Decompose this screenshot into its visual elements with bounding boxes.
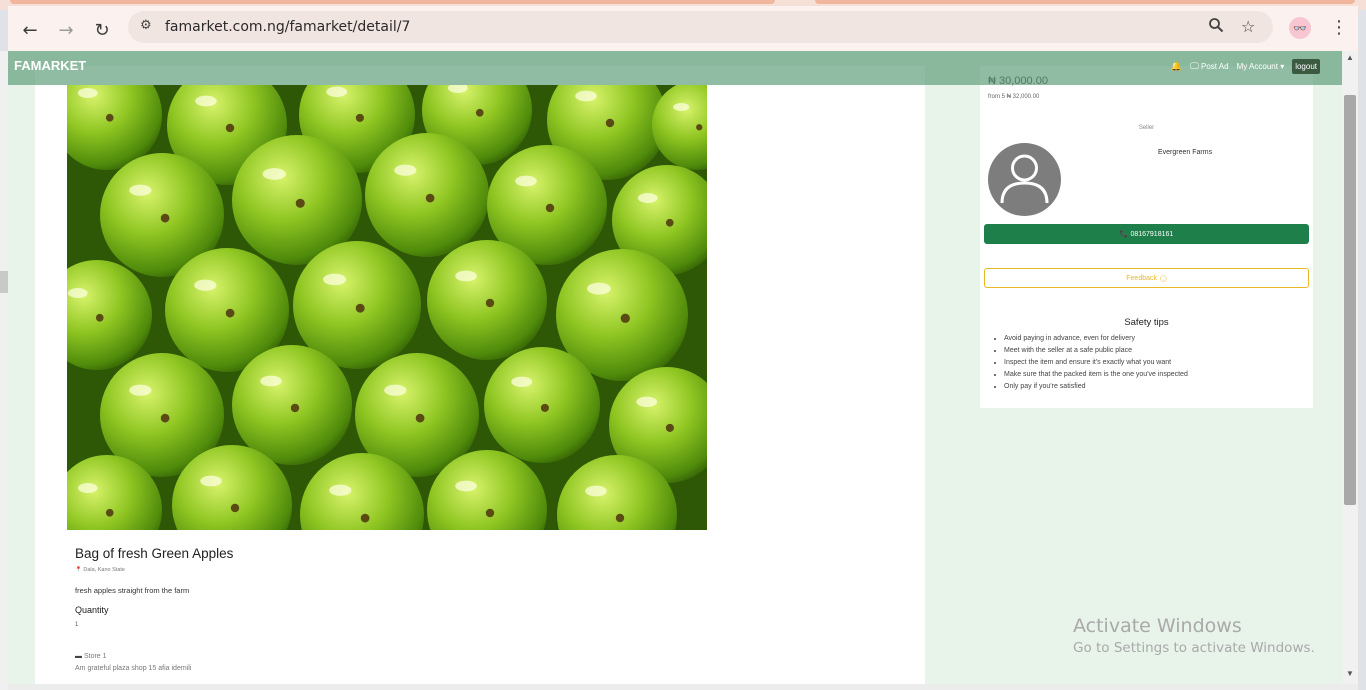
store-address: Am grateful plaza shop 15 afia idemili [75,665,192,672]
feedback-button[interactable]: Feedback ◯ [984,268,1309,288]
caret-down-icon: ▾ [1280,62,1285,71]
quantity-label: Quantity [75,605,109,615]
browser-toolbar: ← → ↻ ⚙ famarket.com.ng/famarket/detail/… [8,6,1358,51]
scroll-down-icon[interactable]: ▼ [1342,669,1358,678]
vertical-scrollbar[interactable]: ▲ ▼ [1342,51,1358,684]
list-item: Make sure that the packed item is the on… [1004,369,1188,381]
scroll-thumb[interactable] [1344,95,1356,505]
list-item: Inspect the item and ensure it's exactly… [1004,357,1188,369]
activate-windows-title: Activate Windows [1073,615,1242,637]
product-card: Bag of fresh Green Apples 📍 Dala, Kano S… [35,66,925,684]
list-item: Only pay if you're satisfied [1004,381,1188,393]
price-from: from 5 ₦ 32,000.00 [988,94,1040,100]
map-pin-icon: 📍 [75,567,82,573]
product-location: 📍 Dala, Kano State [75,567,125,573]
zoom-icon[interactable] [1208,17,1224,37]
tab[interactable] [815,0,1355,4]
store-text: Store 1 [83,653,107,660]
left-window-edge [0,51,8,690]
list-item: Meet with the seller at a safe public pl… [1004,345,1188,357]
seller-label: Seller [1138,125,1155,131]
brand-logo[interactable]: FAMARKET [14,58,86,73]
my-account-dropdown[interactable]: My Account ▾ [1237,62,1285,71]
product-image [67,85,707,530]
safety-tips-list: Avoid paying in advance, even for delive… [1004,333,1188,393]
post-ad-link[interactable]: 🖵 Post Ad [1190,62,1229,72]
phone-number: 08167918161 [1130,230,1174,238]
store-icon: ▬ [75,653,82,660]
site-navbar: FAMARKET 🔔 🖵 Post Ad My Account ▾ logout [8,51,1342,85]
monitor-icon: 🖵 [1190,61,1199,72]
address-bar[interactable]: ⚙ famarket.com.ng/famarket/detail/7 ☆ [128,11,1273,43]
feedback-label: Feedback [1126,274,1158,282]
seller-name[interactable]: Evergreen Farms [1158,149,1212,156]
forward-arrow-icon[interactable]: → [54,18,78,42]
bottom-edge [8,684,1358,690]
url-text[interactable]: famarket.com.ng/famarket/detail/7 [165,19,410,35]
my-account-label: My Account [1236,62,1278,71]
tab[interactable] [10,0,775,4]
location-text: Dala, Kano State [83,567,125,573]
user-icon [1000,154,1049,204]
reload-icon[interactable]: ↻ [90,18,114,42]
profile-avatar-icon[interactable]: 👓 [1289,17,1311,39]
seller-card: ₦ 30,000.00 from 5 ₦ 32,000.00 Seller Ev… [980,66,1313,408]
kebab-menu-icon[interactable]: ⋮ [1330,17,1348,38]
navbar-links: 🔔 🖵 Post Ad My Account ▾ logout [1171,59,1320,74]
call-seller-button[interactable]: 📞 08167918161 [984,224,1309,244]
site-info-icon[interactable]: ⚙ [140,18,158,36]
quantity-value: 1 [75,622,79,628]
avatar [988,143,1061,216]
product-title: Bag of fresh Green Apples [75,546,234,561]
page-viewport: Bag of fresh Green Apples 📍 Dala, Kano S… [8,51,1342,684]
post-ad-label: Post Ad [1201,61,1229,71]
safety-tips-title: Safety tips [1124,317,1169,328]
comment-icon: ◯ [1160,275,1167,282]
activate-windows-subtitle: Go to Settings to activate Windows. [1073,640,1315,656]
logout-button[interactable]: logout [1292,59,1320,74]
phone-icon: 📞 [1119,231,1129,238]
product-description: fresh apples straight from the farm [75,586,190,595]
scroll-up-icon[interactable]: ▲ [1342,53,1358,62]
store-name: ▬ Store 1 [75,653,107,660]
back-arrow-icon[interactable]: ← [18,18,42,42]
bell-icon[interactable]: 🔔 [1171,62,1182,72]
list-item: Avoid paying in advance, even for delive… [1004,333,1188,345]
star-icon[interactable]: ☆ [1241,17,1255,36]
